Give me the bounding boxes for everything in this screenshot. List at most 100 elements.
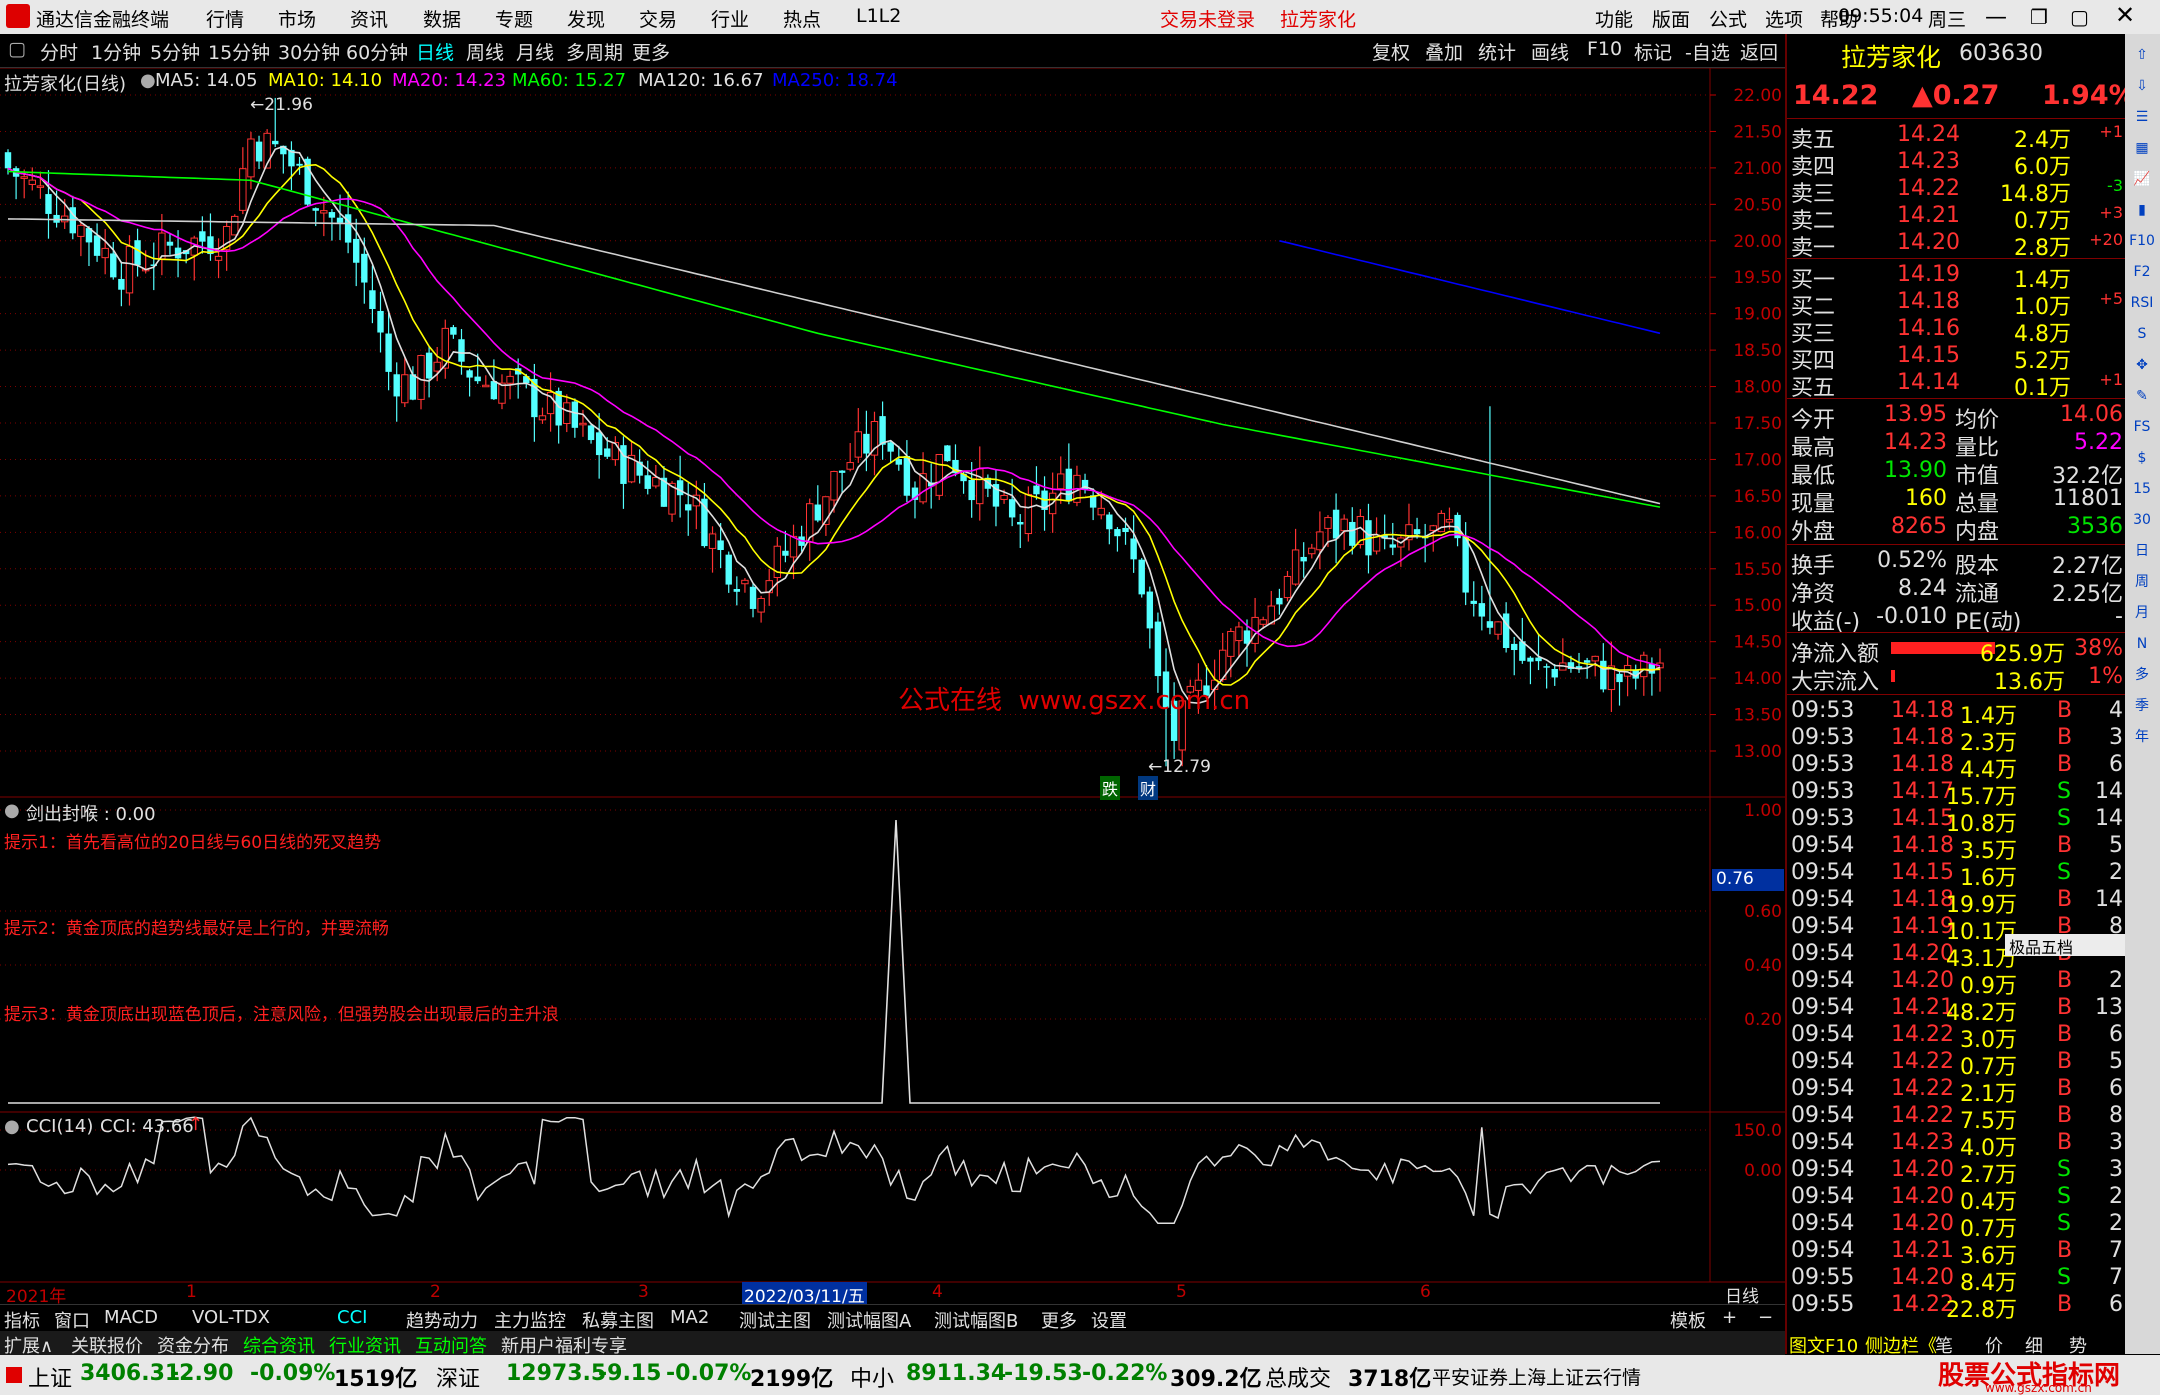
bid-row[interactable]: 买三 14.16 4.8万 [1787,316,2127,347]
period-tab-9[interactable]: 多周期 [566,38,623,65]
indicator-tab-11[interactable]: 测试幅图B [934,1307,1018,1333]
add-icon[interactable]: + [1722,1307,1737,1328]
menu-8[interactable]: 热点 [783,5,821,32]
chart-tool-7[interactable]: 返回 [1740,38,1778,65]
side-icon-12[interactable]: FS [2127,414,2157,440]
ask-row[interactable]: 卖四 14.23 6.0万 [1787,149,2127,180]
side-icon-15[interactable]: 30 [2127,507,2157,533]
indicator-tab-0[interactable]: 指标 [4,1307,40,1333]
period-tab-4[interactable]: 30分钟 [278,38,340,65]
indicator1-title[interactable]: 剑出封喉 : 0.00 [26,800,156,826]
marker-die[interactable]: 跌 [1100,776,1121,800]
chart-area[interactable]: 22.00 21.50 21.00 20.50 20.00 19.50 19.00 18.50… [0,68,1785,1291]
minimize-icon[interactable]: — [1985,5,2007,30]
side-icon-8[interactable]: RSI [2127,290,2157,316]
bid-row[interactable]: 买五 14.14 0.1万 +1 [1787,370,2127,401]
period-tab-2[interactable]: 5分钟 [150,38,200,65]
period-tab-7[interactable]: 周线 [466,38,504,65]
side-icon-10[interactable]: ✥ [2127,352,2157,378]
indicator2-title[interactable]: CCI(14) [26,1116,93,1137]
indicator-tab-13[interactable]: 设置 [1091,1307,1127,1333]
right-menu-0[interactable]: 功能 [1595,5,1633,32]
indicator-tab-5[interactable]: 趋势动力 [406,1307,478,1333]
menu-7[interactable]: 行业 [711,5,749,32]
chart-tool-6[interactable]: -自选 [1685,38,1730,65]
right-menu-1[interactable]: 版面 [1652,5,1690,32]
level2-popup[interactable]: 极品五档 [2005,934,2127,957]
menu-0[interactable]: 行情 [206,5,244,32]
template-button[interactable]: 模板 [1670,1307,1706,1333]
period-tab-5[interactable]: 60分钟 [346,38,408,65]
indicator2-collapse-icon[interactable]: ● [4,1116,20,1137]
chart-tool-1[interactable]: 叠加 [1425,38,1463,65]
indicator-tab-4[interactable]: CCI [337,1307,367,1328]
collapse-icon[interactable]: ▢ [8,38,26,60]
ask-row[interactable]: 卖五 14.24 2.4万 +1 [1787,122,2127,153]
menu-3[interactable]: 数据 [423,5,461,32]
indicator-tab-3[interactable]: VOL-TDX [192,1307,270,1328]
side-icon-11[interactable]: ✎ [2127,383,2157,409]
menu-1[interactable]: 市场 [278,5,316,32]
marker-cai[interactable]: 财 [1138,776,1159,800]
period-tab-1[interactable]: 1分钟 [91,38,141,65]
side-icon-6[interactable]: F10 [2127,228,2157,254]
side-icon-13[interactable]: $ [2127,445,2157,471]
period-tab-0[interactable]: 分时 [40,38,78,65]
side-icon-4[interactable]: 📈 [2127,166,2157,192]
side-icon-3[interactable]: ▦ [2127,135,2157,161]
remove-icon[interactable]: − [1758,1307,1773,1328]
side-icon-18[interactable]: 月 [2127,600,2157,626]
indicator-tab-6[interactable]: 主力监控 [494,1307,566,1333]
chart-tool-3[interactable]: 画线 [1531,38,1569,65]
side-icon-7[interactable]: F2 [2127,259,2157,285]
menu-4[interactable]: 专题 [495,5,533,32]
side-icon-19[interactable]: N [2127,631,2157,657]
side-icon-2[interactable]: ☰ [2127,104,2157,130]
index-name[interactable]: 中小 [850,1361,894,1393]
chart-tool-4[interactable]: F10 [1587,38,1622,60]
indicator1-collapse-icon[interactable]: ● [4,800,20,821]
period-tab-10[interactable]: 更多 [632,38,670,65]
chart-tool-5[interactable]: 标记 [1634,38,1672,65]
side-icon-1[interactable]: ⇩ [2127,73,2157,99]
index-name[interactable]: 上证 [28,1361,72,1393]
right-menu-3[interactable]: 选项 [1765,5,1803,32]
side-icon-0[interactable]: ⇧ [2127,42,2157,68]
ask-row[interactable]: 卖一 14.20 2.8万 +20 [1787,230,2127,261]
indicator-tab-10[interactable]: 测试幅图A [827,1307,911,1333]
bid-row[interactable]: 买一 14.19 1.4万 [1787,262,2127,293]
menu-2[interactable]: 资讯 [350,5,388,32]
indicator-tab-2[interactable]: MACD [104,1307,158,1328]
indicator-tab-12[interactable]: 更多 [1041,1307,1077,1333]
chart-tool-0[interactable]: 复权 [1372,38,1410,65]
ask-row[interactable]: 卖二 14.21 0.7万 +3 [1787,203,2127,234]
title-stock-name[interactable]: 拉芳家化 [1280,5,1356,32]
bid-row[interactable]: 买四 14.15 5.2万 [1787,343,2127,374]
settings-icon[interactable]: ● [140,70,156,91]
side-icon-20[interactable]: 多 [2127,662,2157,688]
side-icon-5[interactable]: ▮ [2127,197,2157,223]
bid-row[interactable]: 买二 14.18 1.0万 +5 [1787,289,2127,320]
ask-row[interactable]: 卖三 14.22 14.8万 -3 [1787,176,2127,207]
indicator-tab-8[interactable]: MA2 [670,1307,709,1328]
side-icon-22[interactable]: 年 [2127,724,2157,750]
side-icon-16[interactable]: 日 [2127,538,2157,564]
indicator-tab-7[interactable]: 私募主图 [582,1307,654,1333]
menu-5[interactable]: 发现 [567,5,605,32]
index-name[interactable]: 深证 [436,1361,480,1393]
side-icon-14[interactable]: 15 [2127,476,2157,502]
indicator-tab-1[interactable]: 窗口 [54,1307,90,1333]
close-icon[interactable]: ✕ [2115,1,2135,29]
maximize-icon[interactable]: ▢ [2070,5,2089,29]
side-icon-21[interactable]: 季 [2127,693,2157,719]
indicator-tab-9[interactable]: 测试主图 [739,1307,811,1333]
right-menu-2[interactable]: 公式 [1709,5,1747,32]
chart-tool-2[interactable]: 统计 [1478,38,1516,65]
period-tab-3[interactable]: 15分钟 [208,38,270,65]
period-tab-6[interactable]: 日线 [416,38,454,65]
restore-icon[interactable]: ❐ [2030,5,2048,29]
side-icon-17[interactable]: 周 [2127,569,2157,595]
menu-6[interactable]: 交易 [639,5,677,32]
menu-9[interactable]: L1L2 [856,5,901,27]
period-tab-8[interactable]: 月线 [516,38,554,65]
